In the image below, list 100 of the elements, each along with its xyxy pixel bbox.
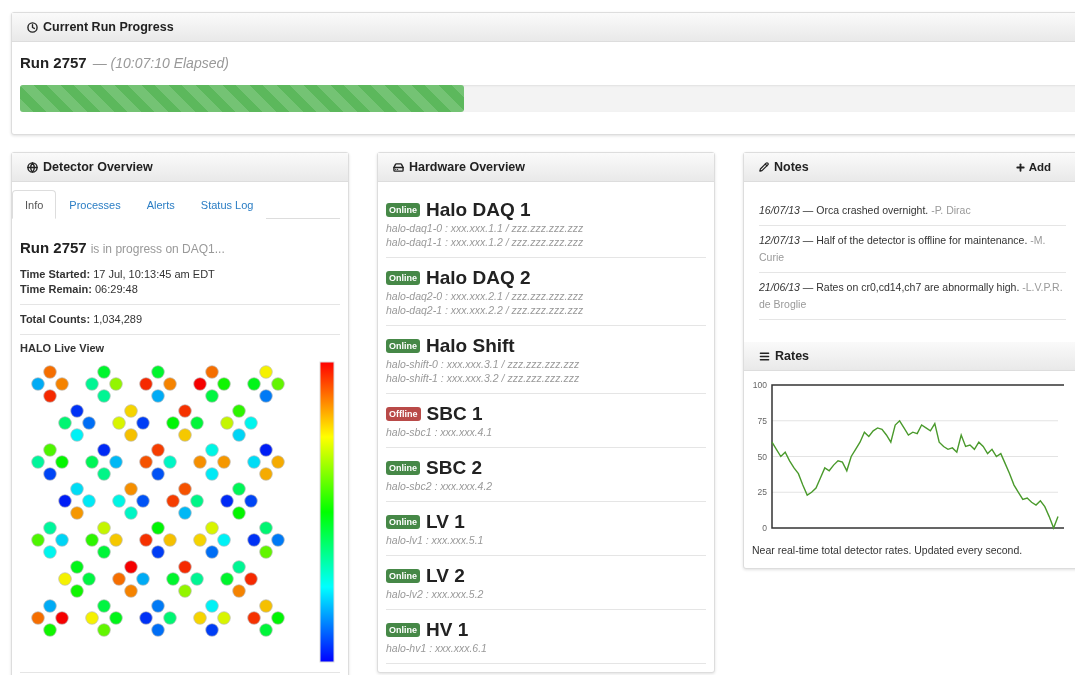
detector-cell bbox=[109, 377, 123, 391]
add-button[interactable]: Add bbox=[1014, 161, 1051, 173]
elapsed-time: — (10:07:10 Elapsed) bbox=[92, 55, 229, 71]
y-axis-label: 50 bbox=[757, 451, 767, 462]
detector-cell bbox=[151, 521, 165, 535]
detector-cell bbox=[220, 572, 234, 586]
detector-cell bbox=[31, 455, 45, 469]
device-name: SBC 2 bbox=[426, 457, 482, 479]
detector-cell bbox=[178, 560, 192, 574]
detector-cell bbox=[271, 533, 285, 547]
note-entry: 12/07/13 — Half of the detector is offline for maintenance. -M. Curie bbox=[759, 226, 1066, 273]
detector-cell bbox=[247, 611, 261, 625]
detector-cell bbox=[151, 545, 165, 559]
detector-cell bbox=[85, 455, 99, 469]
detector-cell bbox=[58, 572, 72, 586]
detector-cell bbox=[151, 443, 165, 457]
detector-cell bbox=[190, 416, 204, 430]
device-name: Halo Shift bbox=[426, 335, 515, 357]
status-badge: Online bbox=[386, 203, 420, 217]
detector-cell bbox=[190, 494, 204, 508]
detector-cell bbox=[205, 467, 219, 481]
detector-cell bbox=[55, 611, 69, 625]
detector-cell bbox=[220, 494, 234, 508]
run-title: Run 2757 bbox=[20, 239, 87, 256]
host-address: halo-lv2 : xxx.xxx.5.2 bbox=[386, 587, 485, 601]
section-title: HALO Live View bbox=[20, 342, 106, 354]
detector-cell bbox=[163, 533, 177, 547]
detector-cell bbox=[97, 467, 111, 481]
detector-cell bbox=[124, 482, 138, 496]
detector-cell bbox=[112, 494, 126, 508]
detector-cell bbox=[70, 584, 84, 598]
clock-icon bbox=[27, 21, 38, 33]
detector-cell bbox=[205, 545, 219, 559]
run-status: is in progress on DAQ1... bbox=[90, 242, 225, 256]
detector-cell bbox=[109, 611, 123, 625]
device-name: Halo DAQ 2 bbox=[426, 267, 531, 289]
chart-caption: Near real-time total detector rates. Updated every second. bbox=[751, 544, 1024, 556]
host-address: halo-daq2-0 : xxx.xxx.2.1 / zzz.zzz.zzz.zzz bbox=[386, 289, 585, 303]
detector-cell bbox=[112, 572, 126, 586]
detector-cell bbox=[163, 455, 177, 469]
host-address: halo-daq1-0 : xxx.xxx.1.1 / zzz.zzz.zzz.zzz bbox=[386, 221, 585, 235]
detector-cell bbox=[166, 572, 180, 586]
y-axis-label: 100 bbox=[752, 380, 767, 390]
status-badge: Online bbox=[386, 623, 420, 637]
detector-cell bbox=[205, 599, 219, 613]
detector-cell bbox=[109, 455, 123, 469]
y-axis-label: 0 bbox=[762, 523, 767, 532]
panel-title: Hardware Overview bbox=[409, 160, 527, 174]
detector-cell bbox=[259, 545, 273, 559]
note-entry: 16/07/13 — Orca crashed overnight. -P. Dirac bbox=[759, 196, 1066, 226]
run-title: Run 2757 bbox=[20, 54, 87, 71]
pencil-icon bbox=[759, 162, 769, 172]
host-address: halo-shift-0 : xxx.xxx.3.1 / zzz.zzz.zzz.zzz bbox=[386, 357, 581, 371]
detector-cell bbox=[205, 521, 219, 535]
status-badge: Offline bbox=[386, 407, 421, 421]
detector-cell bbox=[232, 428, 246, 442]
detector-cell bbox=[70, 428, 84, 442]
device-name: LV 2 bbox=[426, 565, 465, 587]
detector-cell bbox=[97, 599, 111, 613]
panel-title: Notes bbox=[774, 160, 810, 174]
host-address: halo-daq2-1 : xxx.xxx.2.2 / zzz.zzz.zzz.zzz bbox=[386, 303, 585, 317]
panel-title: Current Run Progress bbox=[43, 20, 175, 34]
status-badge: Online bbox=[386, 569, 420, 583]
detector-cell bbox=[124, 584, 138, 598]
detector-cell bbox=[244, 572, 258, 586]
detector-cell bbox=[136, 416, 150, 430]
detector-cell bbox=[70, 506, 84, 520]
device-name: LV 1 bbox=[426, 511, 465, 533]
info-field: Time Remain: 06:29:48 bbox=[20, 282, 340, 297]
detector-cell bbox=[205, 623, 219, 637]
detector-cell bbox=[151, 599, 165, 613]
detector-cell bbox=[232, 506, 246, 520]
detector-cell bbox=[97, 365, 111, 379]
detector-cell bbox=[217, 533, 231, 547]
list-icon bbox=[759, 350, 770, 362]
detector-cell bbox=[163, 611, 177, 625]
y-axis-label: 75 bbox=[757, 415, 767, 426]
detector-cell bbox=[193, 533, 207, 547]
detector-cell bbox=[232, 584, 246, 598]
detector-cell bbox=[43, 521, 57, 535]
detector-cell bbox=[178, 428, 192, 442]
detector-cell bbox=[70, 482, 84, 496]
device-name: Halo DAQ 1 bbox=[426, 199, 531, 221]
detector-cell bbox=[82, 416, 96, 430]
detector-cell bbox=[151, 365, 165, 379]
detector-cell bbox=[220, 416, 234, 430]
detector-cell bbox=[247, 455, 261, 469]
detector-cell bbox=[178, 584, 192, 598]
detector-cell bbox=[163, 377, 177, 391]
detector-cell bbox=[124, 560, 138, 574]
tab[interactable]: Info bbox=[12, 190, 57, 219]
detector-cell bbox=[139, 455, 153, 469]
detector-cell bbox=[247, 533, 261, 547]
status-badge: Online bbox=[386, 515, 420, 529]
detector-cell bbox=[178, 506, 192, 520]
host-address: halo-hv1 : xxx.xxx.6.1 bbox=[386, 641, 488, 655]
detector-cell bbox=[139, 611, 153, 625]
detector-cell bbox=[271, 377, 285, 391]
detector-cell bbox=[259, 365, 273, 379]
detector-cell bbox=[259, 467, 273, 481]
